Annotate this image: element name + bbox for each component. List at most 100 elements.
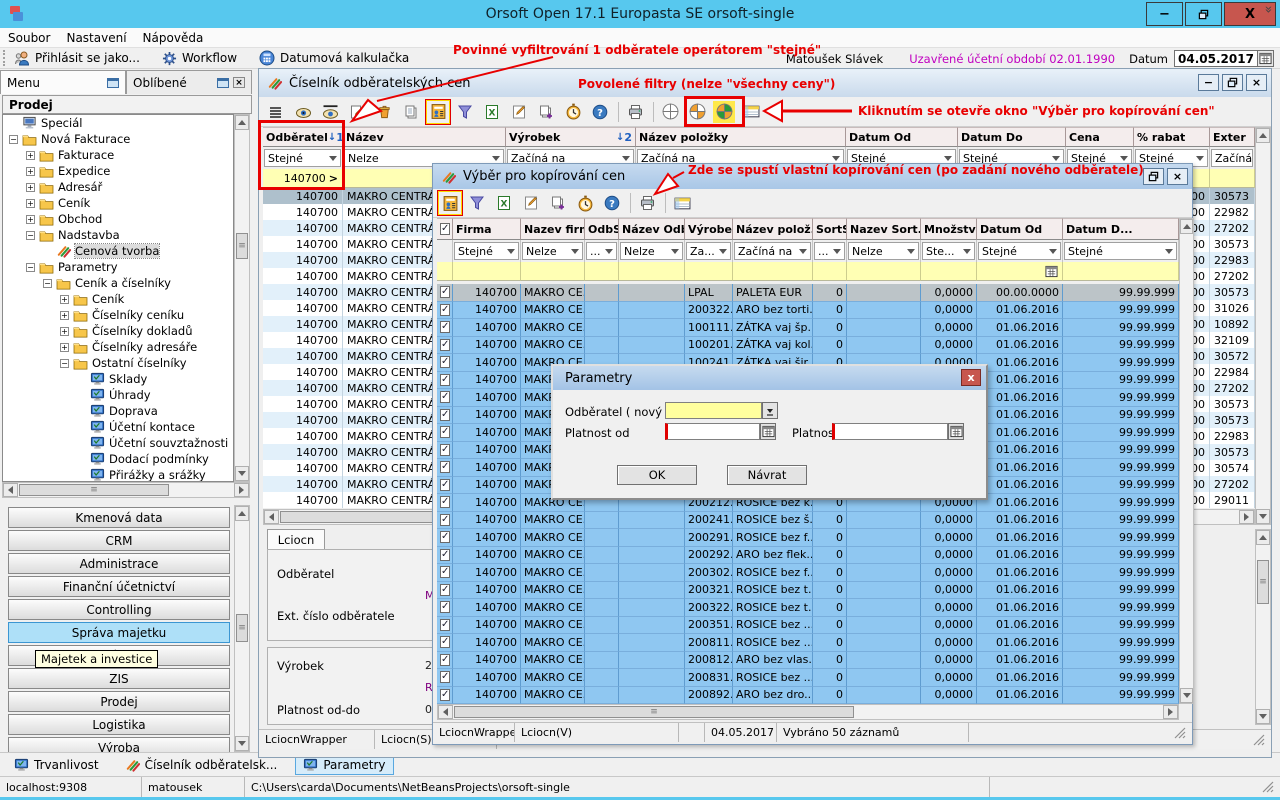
table-row[interactable]: ✓140700MAKRO CE...200831...ROSICE bez ..… [437, 669, 1179, 687]
filter-value-cell[interactable] [685, 262, 733, 281]
more-windows-chevron[interactable]: » [1261, 6, 1276, 14]
table-row[interactable]: ✓140700MAKRO CE...200321...ROSICE bez t.… [437, 582, 1179, 600]
checkbox-checked-icon[interactable]: ✓ [440, 514, 450, 526]
sidebar-tab-favorites[interactable]: Oblíbené × [126, 70, 252, 94]
form-tab-lciocn[interactable]: Lciocn [267, 529, 325, 549]
card-icon[interactable] [740, 101, 762, 123]
filter-operator-select[interactable]: Nelze [522, 242, 583, 260]
tree-item-nadstavba[interactable]: −Nadstavba [3, 227, 233, 243]
tree-item-obchod[interactable]: +Obchod [3, 211, 233, 227]
filter-operator-select[interactable]: Stejné [264, 149, 341, 167]
toolbar-drag-handle[interactable] [3, 50, 8, 66]
pie1-icon[interactable] [659, 101, 681, 123]
odberatel-spinner-button[interactable] [762, 402, 778, 419]
module-button-kmenov-data[interactable]: Kmenová data [8, 507, 230, 528]
checkbox-checked-icon[interactable]: ✓ [440, 479, 450, 491]
help-icon[interactable]: ? [589, 101, 611, 123]
column-header-mno-stv-[interactable]: Množství [921, 218, 977, 240]
calendar-icon[interactable] [1045, 265, 1058, 278]
filter-operator-select[interactable]: Stejné [978, 242, 1061, 260]
tree-expander-icon[interactable]: + [26, 167, 35, 176]
filter-operator-select[interactable]: Začíná na [1211, 149, 1253, 167]
filter-operator-select[interactable]: Za... [686, 242, 731, 260]
tree-expander-icon[interactable]: − [60, 359, 69, 368]
filter-operator-select[interactable]: Stejné [1064, 242, 1177, 260]
tree-item--etn-souvzta-nosti[interactable]: Účetní souvztažnosti [3, 435, 233, 451]
navrat-button[interactable]: Návrat [727, 465, 807, 485]
rows-icon[interactable] [265, 101, 287, 123]
editdoc-icon[interactable] [346, 101, 368, 123]
window-restore-button[interactable] [1222, 74, 1243, 91]
filter-value-cell[interactable] [521, 262, 585, 281]
column-header-datum-od[interactable]: Datum Od [846, 127, 958, 147]
tree-item-adres-[interactable]: +Adresář [3, 179, 233, 195]
eyerow-icon[interactable] [319, 101, 341, 123]
table-row[interactable]: ✓140700MAKRO CE...LPALPALETA EUR00,00000… [437, 284, 1179, 302]
eye-icon[interactable] [292, 101, 314, 123]
checkbox-checked-icon[interactable]: ✓ [440, 601, 450, 613]
pie3-icon[interactable] [713, 101, 735, 123]
taskbar-item-trvanlivost[interactable]: Trvanlivost [6, 755, 107, 775]
filter-value-cell[interactable] [1210, 169, 1255, 188]
workflow-button[interactable]: Workflow [162, 51, 237, 66]
tree-item-cen-k[interactable]: +Ceník [3, 195, 233, 211]
date-field[interactable]: 04.05.2017 [1174, 50, 1258, 67]
table-row[interactable]: ✓140700MAKRO CE...200351...ROSICE bez ..… [437, 617, 1179, 635]
checkbox-checked-icon[interactable]: ✓ [440, 531, 450, 543]
note-icon[interactable] [508, 101, 530, 123]
platnost-od-calendar-button[interactable] [760, 423, 776, 440]
checkbox-checked-icon[interactable]: ✓ [440, 671, 450, 683]
tree-item--hrady[interactable]: Úhrady [3, 387, 233, 403]
column-header-firma[interactable]: Firma [453, 218, 521, 240]
menu-item-2[interactable]: Nastavení [66, 31, 126, 45]
tree-expander-icon[interactable]: − [43, 279, 52, 288]
close-icon[interactable]: × [233, 77, 245, 88]
tree-item-fakturace[interactable]: +Fakturace [3, 147, 233, 163]
checkbox-checked-icon[interactable]: ✓ [440, 566, 450, 578]
column-header-datum-d-[interactable]: Datum D... [1063, 218, 1179, 240]
checkbox-checked-icon[interactable]: ✓ [440, 689, 450, 701]
tree-item--seln-ky-cen-ku[interactable]: +Číselníky ceníku [3, 307, 233, 323]
copyplus-icon[interactable] [547, 192, 569, 214]
filter-value-cell[interactable] [847, 262, 921, 281]
module-scrollbar[interactable]: ≡ [234, 505, 250, 752]
column-header-odb-ratel[interactable]: Odběratel↓1 [263, 127, 343, 147]
checkbox-checked-icon[interactable]: ✓ [440, 391, 450, 403]
checkbox-checked-icon[interactable]: ✓ [440, 304, 450, 316]
tree-expander-icon[interactable]: + [26, 215, 35, 224]
dialog-close-button[interactable]: × [1167, 168, 1188, 185]
column-header--rabat[interactable]: % rabat [1134, 127, 1210, 147]
column-header-sortsk[interactable]: SortSk [813, 218, 847, 240]
tree-expander-icon[interactable]: + [60, 343, 69, 352]
note-icon[interactable] [520, 192, 542, 214]
column-header-exter[interactable]: Exter [1210, 127, 1255, 147]
tree-expander-icon[interactable]: + [60, 311, 69, 320]
menu-item-1[interactable]: Soubor [8, 31, 50, 45]
module-button-crm[interactable]: CRM [8, 530, 230, 551]
module-button-finan-n-etnictv-[interactable]: Finanční účetnictví [8, 576, 230, 597]
checkbox-checked-icon[interactable]: ✓ [440, 356, 450, 368]
recdetail-icon[interactable] [439, 192, 461, 214]
checkbox-checked-icon[interactable]: ✓ [440, 496, 450, 508]
pie2-icon[interactable] [686, 101, 708, 123]
tree-expander-icon[interactable]: + [60, 327, 69, 336]
odberatel-novy-input[interactable] [665, 402, 762, 419]
parameters-dialog-titlebar[interactable]: Parametry [553, 366, 986, 390]
column-header-datum-do[interactable]: Datum Do [958, 127, 1066, 147]
tree-expander-icon[interactable]: − [26, 263, 35, 272]
copyplus-icon[interactable] [535, 101, 557, 123]
dialog-horizontal-scrollbar[interactable]: ≡ [437, 704, 1179, 720]
status-resize-grip[interactable] [969, 723, 1192, 742]
date-calculator-button[interactable]: Datumová kalkulačka [259, 50, 409, 66]
tree-vertical-scrollbar[interactable]: ≡ [234, 114, 250, 482]
excel-icon[interactable]: X [481, 101, 503, 123]
column-header-n-zev-polo-[interactable]: Název polož... [733, 218, 813, 240]
module-button-zis[interactable]: ZIS [8, 668, 230, 689]
tree-item-speci-l[interactable]: Speciál [3, 115, 233, 131]
printer-icon[interactable] [624, 101, 646, 123]
tree-expander-icon[interactable]: − [26, 231, 35, 240]
module-button-administrace[interactable]: Administrace [8, 553, 230, 574]
clock-icon[interactable] [574, 192, 596, 214]
funnel-icon[interactable] [466, 192, 488, 214]
module-button-spr-va-majetku[interactable]: Správa majetku [8, 622, 230, 643]
